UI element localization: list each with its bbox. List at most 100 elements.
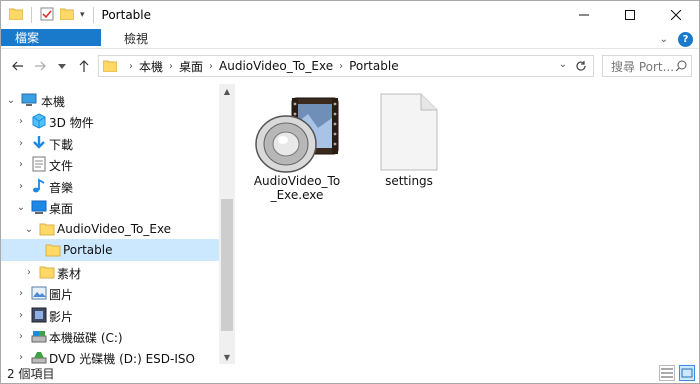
- file-list: AudioVideo_To _Exe.exe settings: [235, 84, 699, 364]
- chevron-right-icon[interactable]: ›: [16, 352, 26, 363]
- nav-item-desktop[interactable]: ⌄ 桌面: [1, 196, 219, 218]
- title-bar: ▾ Portable: [1, 1, 699, 29]
- details-view-button[interactable]: [659, 365, 675, 381]
- nav-label: 本機磁碟 (C:): [49, 331, 123, 345]
- scrollbar-thumb[interactable]: [221, 199, 233, 331]
- nav-label: 圖片: [49, 288, 74, 302]
- nav-item-downloads[interactable]: › 下載: [1, 132, 219, 154]
- nav-label: 影片: [49, 310, 74, 324]
- nav-label: 文件: [49, 159, 74, 173]
- back-button[interactable]: [7, 55, 29, 77]
- chevron-right-icon[interactable]: ›: [16, 331, 26, 342]
- chevron-right-icon[interactable]: ›: [16, 138, 26, 149]
- window-controls: [561, 1, 699, 29]
- folder-icon: [39, 221, 55, 237]
- nav-item-pictures[interactable]: › 圖片: [1, 282, 219, 304]
- nav-item-materials[interactable]: › 素材: [1, 261, 219, 283]
- chevron-right-icon[interactable]: ›: [16, 181, 26, 192]
- chevron-right-icon[interactable]: ›: [24, 267, 34, 278]
- nav-item-music[interactable]: › 音樂: [1, 175, 219, 197]
- up-button[interactable]: [73, 55, 95, 77]
- nav-item-3d-objects[interactable]: › 3D 物件: [1, 110, 219, 132]
- breadcrumb-portable[interactable]: Portable: [349, 59, 398, 73]
- view-toggle: [659, 365, 695, 381]
- nav-label: AudioVideo_To_Exe: [57, 222, 172, 236]
- item-count: 2 個項目: [7, 367, 55, 381]
- chevron-down-icon[interactable]: ⌄: [24, 224, 34, 235]
- folder-icon: [8, 8, 24, 23]
- this-pc-icon: [21, 92, 37, 108]
- nav-pane-scrollbar[interactable]: ▲ ▼: [219, 84, 235, 364]
- nav-item-portable[interactable]: Portable: [1, 239, 219, 261]
- scroll-up-icon[interactable]: ▲: [219, 84, 235, 98]
- local-disk-icon: [31, 328, 47, 344]
- ribbon-right-controls: ⌄ ?: [660, 31, 693, 47]
- nav-label: 素材: [57, 267, 82, 281]
- music-icon: [31, 178, 47, 194]
- nav-item-audiovideo-to-exe[interactable]: ⌄ AudioVideo_To_Exe: [1, 218, 219, 240]
- tab-file[interactable]: 檔案: [1, 29, 101, 46]
- chevron-right-icon[interactable]: ›: [16, 116, 26, 127]
- 3d-objects-icon: [31, 113, 47, 129]
- folder-icon: [103, 60, 117, 72]
- window-title: Portable: [101, 8, 152, 22]
- chevron-right-icon: ›: [129, 60, 133, 72]
- dvd-drive-icon: [31, 349, 47, 365]
- pictures-icon: [31, 285, 47, 301]
- downloads-icon: [31, 135, 47, 151]
- chevron-right-icon[interactable]: ›: [16, 159, 26, 170]
- navigation-pane: ⌄ 本機 › 3D 物件 › 下載 › 文件 › 音樂 ⌄ 桌面 ⌄ Audio…: [1, 84, 234, 366]
- chevron-right-icon[interactable]: ›: [16, 310, 26, 321]
- forward-button[interactable]: [29, 55, 51, 77]
- nav-label: Portable: [63, 243, 113, 257]
- help-icon[interactable]: ?: [678, 31, 693, 47]
- expand-ribbon-icon[interactable]: ⌄: [660, 34, 668, 45]
- address-dropdown-icon[interactable]: ⌄: [559, 59, 567, 70]
- nav-item-this-pc[interactable]: ⌄ 本機: [1, 89, 219, 111]
- navigation-row: › 本機 › 桌面 › AudioVideo_To_Exe › Portable…: [1, 49, 699, 83]
- minimize-button[interactable]: [561, 1, 607, 29]
- divider: [92, 7, 94, 23]
- new-folder-icon[interactable]: [59, 8, 75, 23]
- properties-icon[interactable]: [40, 7, 54, 24]
- ribbon-tabs: 檔案 常用 共用 檢視 ⌄ ?: [1, 29, 699, 49]
- scroll-down-icon[interactable]: ▼: [219, 350, 235, 364]
- chevron-right-icon: ›: [339, 60, 344, 72]
- search-placeholder: 搜尋 Port...: [611, 59, 675, 74]
- nav-item-documents[interactable]: › 文件: [1, 153, 219, 175]
- folder-icon: [45, 242, 61, 258]
- tab-view[interactable]: 檢視: [109, 29, 163, 48]
- breadcrumb-desktop[interactable]: 桌面: [179, 58, 203, 75]
- desktop-icon: [31, 199, 47, 215]
- quick-access-toolbar: ▾: [1, 1, 96, 29]
- nav-label: 桌面: [49, 202, 74, 216]
- refresh-icon[interactable]: [573, 58, 589, 74]
- file-name: settings: [385, 174, 433, 188]
- blank-file-icon: [359, 92, 459, 174]
- recent-locations-button[interactable]: [51, 55, 73, 77]
- address-bar[interactable]: › 本機 › 桌面 › AudioVideo_To_Exe › Portable…: [98, 55, 594, 77]
- file-item-audiovideo-exe[interactable]: AudioVideo_To _Exe.exe: [247, 92, 347, 202]
- nav-item-videos[interactable]: › 影片: [1, 304, 219, 326]
- file-item-settings[interactable]: settings: [359, 92, 459, 188]
- file-name-line2: _Exe.exe: [270, 188, 324, 202]
- maximize-button[interactable]: [607, 1, 653, 29]
- nav-label: 音樂: [49, 181, 74, 195]
- chevron-right-icon[interactable]: ›: [16, 288, 26, 299]
- chevron-down-icon[interactable]: ⌄: [6, 95, 16, 106]
- breadcrumb-this-pc[interactable]: 本機: [139, 58, 163, 75]
- close-button[interactable]: [653, 1, 699, 29]
- chevron-right-icon: ›: [169, 60, 174, 72]
- nav-item-local-disk-c[interactable]: › 本機磁碟 (C:): [1, 325, 219, 347]
- divider: [31, 7, 32, 23]
- media-exe-icon: [247, 92, 347, 174]
- search-input[interactable]: 搜尋 Port...: [602, 55, 692, 77]
- large-icons-view-button[interactable]: [679, 365, 695, 381]
- explorer-window: ▾ Portable 檔案 常用 共用 檢視 ⌄ ?: [0, 0, 700, 384]
- chevron-down-icon[interactable]: ⌄: [16, 202, 26, 213]
- folder-icon: [39, 264, 55, 280]
- nav-label: 本機: [41, 95, 66, 109]
- breadcrumb-audiovideo[interactable]: AudioVideo_To_Exe: [219, 59, 333, 73]
- customize-qat-icon[interactable]: ▾: [80, 10, 85, 20]
- documents-icon: [31, 156, 47, 172]
